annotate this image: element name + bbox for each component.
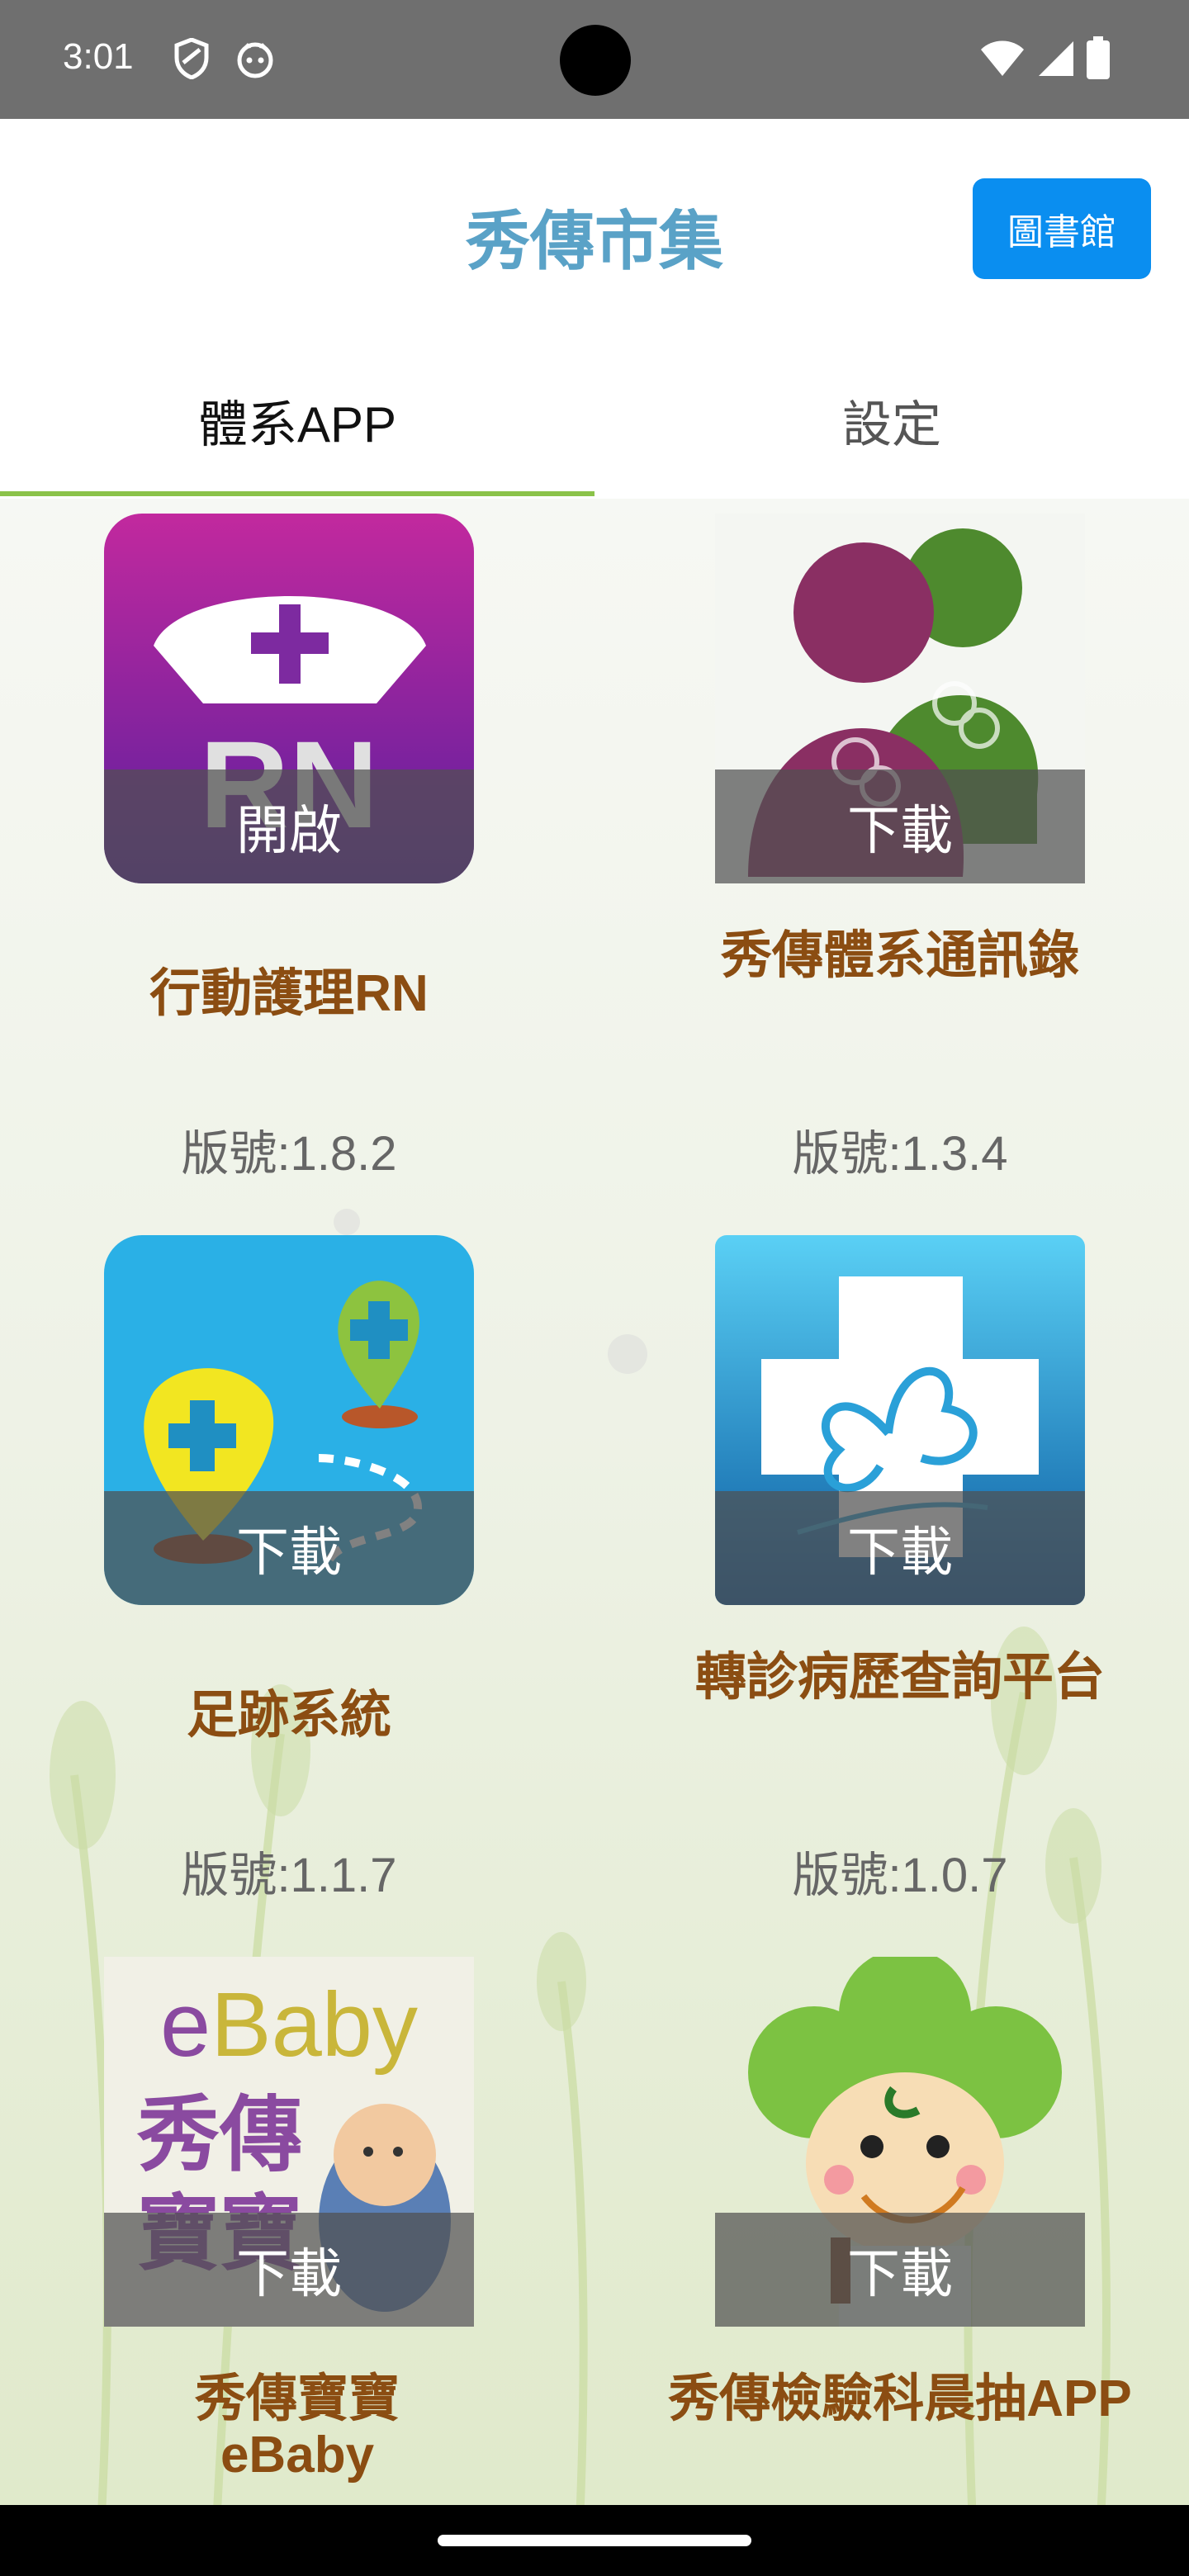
app-version: 版號:1.3.4	[792, 1127, 1008, 1181]
app-name: 足跡系統	[186, 1687, 391, 1744]
medical-cross-clover-icon[interactable]: 下載	[715, 1235, 1085, 1605]
nurse-rn-icon[interactable]: RN 開啟	[104, 514, 474, 883]
tab-settings[interactable]: 設定	[594, 342, 1189, 499]
app-name: 行動護理RN	[149, 965, 429, 1022]
camera-cutout	[560, 25, 631, 96]
download-button[interactable]: 下載	[715, 2213, 1085, 2327]
tab-indicator	[0, 491, 594, 496]
library-button[interactable]: 圖書館	[973, 178, 1151, 279]
wifi-icon	[979, 40, 1026, 82]
app-version: 版號:1.1.7	[181, 1849, 397, 1902]
ebaby-icon[interactable]: eBaby 秀傳 寶寶 下載	[104, 1957, 474, 2327]
status-time: 3:01	[63, 36, 134, 77]
clover-mascot-icon[interactable]: 下載	[715, 1957, 1085, 2327]
download-button[interactable]: 下載	[715, 1491, 1085, 1605]
footprint-map-pin-icon[interactable]: 下載	[104, 1235, 474, 1605]
svg-text:eBaby: eBaby	[160, 1974, 418, 2076]
signal-icon	[1037, 40, 1075, 82]
app-header: 秀傳市集 圖書館	[0, 119, 1189, 342]
contacts-people-icon[interactable]: 下載	[715, 514, 1085, 883]
download-button[interactable]: 下載	[715, 769, 1085, 883]
face-icon	[234, 38, 276, 83]
navigation-bar	[0, 2505, 1189, 2576]
shield-icon	[173, 37, 210, 83]
app-card[interactable]: 下載 秀傳體系通訊錄 版號:1.3.4	[611, 499, 1189, 1220]
app-version: 版號:1.0.7	[792, 1849, 1008, 1902]
app-version: 版號:1.8.2	[181, 1127, 397, 1181]
app-card[interactable]: 下載 轉診病歷查詢平台 版號:1.0.7	[611, 1220, 1189, 1942]
download-button[interactable]: 下載	[104, 2213, 474, 2327]
svg-text:秀傳: 秀傳	[136, 2086, 302, 2183]
app-card[interactable]: eBaby 秀傳 寶寶 下載 秀傳寶寶eBaby	[0, 1942, 594, 2505]
app-grid: RN 開啟 行動護理RN 版號:1.8.2 下載 秀傳體系通訊錄 版號:1.3.…	[0, 499, 1189, 2505]
app-name: 秀傳體系通訊錄	[720, 927, 1079, 984]
app-card[interactable]: 下載 足跡系統 版號:1.1.7	[0, 1220, 594, 1942]
download-button[interactable]: 下載	[104, 1491, 474, 1605]
open-button[interactable]: 開啟	[104, 769, 474, 883]
home-gesture-handle[interactable]	[438, 2535, 751, 2546]
battery-icon	[1087, 36, 1110, 83]
status-bar: 3:01	[0, 0, 1189, 119]
tab-bar: 體系APP 設定	[0, 342, 1189, 499]
app-name: 秀傳檢驗科晨抽APP	[668, 2370, 1132, 2427]
tab-system-apps[interactable]: 體系APP	[0, 342, 594, 499]
app-card[interactable]: 下載 秀傳檢驗科晨抽APP	[611, 1942, 1189, 2505]
app-name: 轉診病歷查詢平台	[694, 1649, 1105, 1706]
app-card[interactable]: RN 開啟 行動護理RN 版號:1.8.2	[0, 499, 594, 1220]
app-name: 秀傳寶寶eBaby	[194, 2370, 400, 2484]
